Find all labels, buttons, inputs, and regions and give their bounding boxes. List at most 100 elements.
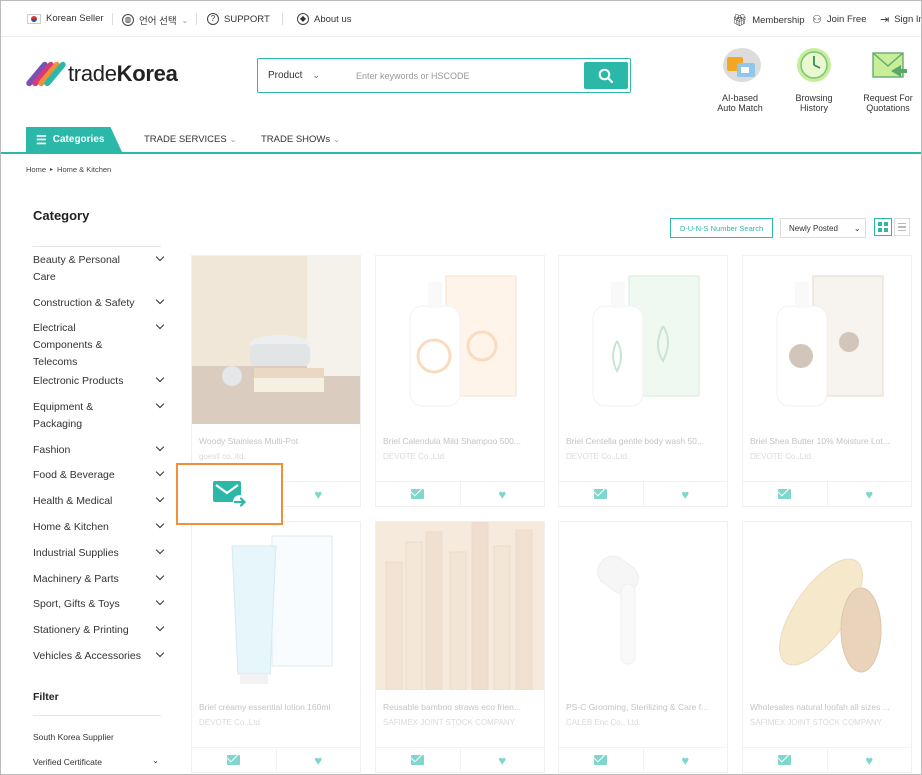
search-button[interactable] [584,62,628,89]
product-name[interactable]: Briel Shea Butter 10% Moisture Lot... [750,436,910,446]
product-card[interactable]: Briel creamy essential lotion 160ml DEVO… [191,521,361,773]
product-company[interactable]: DEVOTE Co.,Ltd. [750,452,813,461]
korean-seller-link[interactable]: Korean Seller [27,13,104,24]
search-icon [598,68,614,83]
inquiry-button[interactable] [743,482,827,506]
join-link[interactable]: ⚇ Join Free [812,13,866,26]
favorite-button[interactable]: ♥ [826,748,912,772]
filter-verified-certificate[interactable]: Verified Certificate ⌄ [33,756,159,767]
ai-match-shortcut[interactable]: AI-based Auto Match [705,45,775,113]
trade-shows-menu[interactable]: TRADE SHOWs ⌄ [261,134,340,145]
inquiry-button[interactable] [743,748,827,772]
browsing-history-shortcut[interactable]: Browsing History [779,45,849,113]
category-item-stationery[interactable]: Stationery & Printing [33,622,165,639]
search-bar: Product ⌄ Enter keywords or HSCODE [257,58,631,93]
product-company[interactable]: DEVOTE Co.,Ltd. [383,452,446,461]
favorite-button[interactable]: ♥ [826,482,912,506]
product-company[interactable]: DEVOTE Co.,Ltd. [199,718,262,727]
inquiry-button[interactable] [192,748,276,772]
category-item-electrical[interactable]: Electrical Components & Telecoms [33,320,165,371]
categories-button[interactable]: ☰ Categories [26,127,122,152]
trade-shows-label: TRADE SHOWs [261,134,331,145]
heart-plus-icon: ♥ [865,486,874,502]
category-label: Construction & Safety [33,297,135,309]
chevron-down-icon: ⌄ [333,135,340,144]
category-item-machinery[interactable]: Machinery & Parts [33,571,165,588]
product-card[interactable]: PS-C Grooming, Sterilizing & Care f... C… [558,521,728,773]
site-logo[interactable]: tradeKorea [25,57,178,91]
search-scope-select[interactable]: Product ⌄ [258,70,334,81]
favorite-button[interactable]: ♥ [642,482,728,506]
category-item-industrial[interactable]: Industrial Supplies [33,545,165,562]
category-item-electronic[interactable]: Electronic Products [33,373,165,390]
category-item-construction[interactable]: Construction & Safety [33,295,165,312]
favorite-button[interactable]: ♥ [642,748,728,772]
sort-select[interactable]: Newly Posted ⌄ [780,218,866,238]
product-name[interactable]: Wholesales natural loofah all sizes ... [750,702,910,712]
inquiry-button[interactable] [376,748,460,772]
product-company[interactable]: goesll co.,ltd. [199,452,246,461]
product-card[interactable]: Briel Centella gentle body wash 50... DE… [558,255,728,507]
category-item-health[interactable]: Health & Medical [33,493,165,510]
product-company[interactable]: DEVOTE Co.,Ltd. [566,452,629,461]
favorite-button[interactable]: ♥ [459,748,545,772]
category-item-fashion[interactable]: Fashion [33,442,165,459]
product-name[interactable]: Briel Calendula Mild Shampoo 500... [383,436,543,446]
product-name[interactable]: Reusable bamboo straws eco frien... [383,702,543,712]
product-name[interactable]: Briel creamy essential lotion 160ml [199,702,359,712]
membership-label: Membership [752,14,805,26]
category-item-vehicles[interactable]: Vehicles & Accessories [33,648,165,665]
trade-services-menu[interactable]: TRADE SERVICES ⌄ [144,134,236,145]
inquiry-button[interactable] [559,748,643,772]
signin-link[interactable]: ⇥ Sign In [880,13,921,26]
logo-text: tradeKorea [68,61,178,86]
grid-view-icon[interactable] [874,218,892,236]
favorite-button[interactable]: ♥ [275,482,361,506]
clock-icon [791,45,837,87]
product-actions: ♥ [743,747,911,772]
favorite-button[interactable]: ♥ [459,482,545,506]
category-item-equipment[interactable]: Equipment & Packaging [33,399,165,433]
about-link[interactable]: ◆ About us [297,13,352,25]
chevron-down-icon: ⌄ [181,15,189,25]
product-card[interactable]: Briel Calendula Mild Shampoo 500... DEVO… [375,255,545,507]
sort-label: Newly Posted [789,223,838,233]
chevron-down-icon [155,252,165,262]
category-item-sport[interactable]: Sport, Gifts & Toys [33,596,165,613]
chevron-down-icon [155,373,165,383]
breadcrumb-home[interactable]: Home [26,165,46,174]
send-inquiry-icon [212,481,247,509]
highlighted-inquiry-button[interactable] [176,463,283,525]
hamburger-icon: ☰ [36,132,47,147]
duns-search-button[interactable]: D-U-N-S Number Search [670,218,773,238]
category-label: Home & Kitchen [33,521,109,533]
korean-seller-label: Korean Seller [46,13,104,24]
list-view-icon[interactable] [894,218,910,236]
product-company[interactable]: SAFIMEX JOINT STOCK COMPANY [383,718,515,727]
heart-plus-icon: ♥ [498,752,507,768]
language-select[interactable]: ◍ 언어 선택 ⌄ [122,13,188,27]
product-card[interactable]: Briel Shea Butter 10% Moisture Lot... DE… [742,255,912,507]
category-item-beauty[interactable]: Beauty & Personal Care [33,252,165,286]
product-company[interactable]: CALEB Enc Co., Ltd. [566,718,641,727]
category-item-food[interactable]: Food & Beverage [33,467,165,484]
product-card[interactable]: Reusable bamboo straws eco frien... SAFI… [375,521,545,773]
chevron-down-icon [155,571,165,581]
product-company[interactable]: SAFIMEX JOINT STOCK COMPANY [750,718,882,727]
inquiry-button[interactable] [376,482,460,506]
breadcrumb-current[interactable]: Home & Kitchen [57,165,111,174]
rfq-shortcut[interactable]: Request For Quotations [853,45,921,113]
product-name[interactable]: PS-C Grooming, Sterilizing & Care f... [566,702,726,712]
favorite-button[interactable]: ♥ [275,748,361,772]
category-item-home-kitchen[interactable]: Home & Kitchen [33,519,165,536]
membership-link[interactable]: 🎁︎ Membership [732,13,805,27]
inquiry-button[interactable] [559,482,643,506]
filter-south-korea-supplier[interactable]: South Korea Supplier [33,732,159,742]
support-link[interactable]: ? SUPPORT [207,13,270,25]
ai-match-icon [717,45,763,87]
signin-arrow-icon: ⇥ [880,14,890,26]
category-label: Health & Medical [33,495,113,507]
product-name[interactable]: Briel Centella gentle body wash 50... [566,436,726,446]
product-name[interactable]: Woody Stainless Multi-Pot [199,436,359,446]
product-card[interactable]: Wholesales natural loofah all sizes ... … [742,521,912,773]
